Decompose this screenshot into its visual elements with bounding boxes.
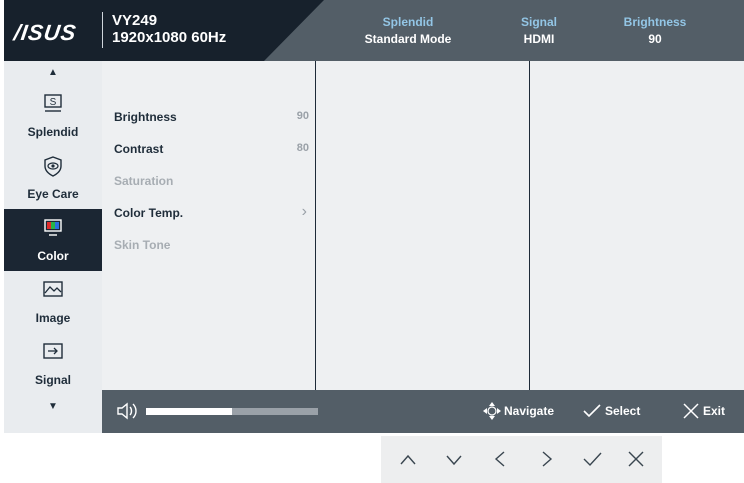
eye-care-icon [44,156,62,177]
menu-panel-main: Brightness 90 Contrast 80 Saturation Col… [102,61,315,390]
status-signal: Signal HDMI [504,14,574,48]
volume-bar[interactable] [146,408,318,415]
menu-row-label: Skin Tone [114,238,171,252]
scroll-up-icon[interactable]: ▲ [4,67,102,78]
image-icon [43,281,63,297]
header-divider [102,12,103,48]
sidebar-item-color[interactable]: Color [4,209,102,271]
osd-header: /ISUS VY249 1920x1080 60Hz Splendid Stan… [4,0,744,61]
menu-row-label: Contrast [114,142,164,156]
scroll-down-icon[interactable]: ▼ [4,401,102,412]
signal-icon [43,343,63,359]
sidebar-item-label: Color [37,249,69,263]
sidebar-item-splendid[interactable]: S Splendid [4,85,102,147]
key-select-check-icon[interactable] [569,436,616,483]
status-value: Standard Mode [364,32,452,46]
sidebar-item-label: Image [35,311,71,325]
model-resolution: 1920x1080 60Hz [112,29,227,46]
monitor-control-keys [381,436,662,483]
status-splendid: Splendid Standard Mode [348,14,468,48]
status-label: Splendid [382,15,434,29]
key-exit-close-icon[interactable] [613,436,660,483]
volume-icon [117,402,137,420]
key-right-icon[interactable] [523,436,570,483]
menu-row-brightness[interactable]: Brightness 90 [114,110,309,128]
sidebar-item-label: Signal [34,373,71,387]
category-sidebar: ▲ S Splendid Eye Care Color Image Signal… [4,61,102,433]
model-info: VY249 1920x1080 60Hz [112,12,226,46]
sidebar-item-label: Splendid [27,125,79,139]
color-icon [44,219,62,236]
menu-row-value: 90 [296,110,309,122]
menu-row-color-temp[interactable]: Color Temp. › [114,203,309,224]
status-brightness: Brightness 90 [610,14,700,48]
select-hint: Select [605,404,641,418]
volume-bar-fill [146,408,232,415]
sidebar-item-label: Eye Care [27,187,79,201]
sidebar-item-signal[interactable]: Signal [4,333,102,395]
menu-row-saturation: Saturation [114,174,309,192]
exit-hint: Exit [703,404,726,418]
check-icon [583,404,601,418]
status-value: 90 [648,32,662,46]
svg-text:S: S [50,97,57,108]
menu-row-contrast[interactable]: Contrast 80 [114,142,309,160]
menu-row-skin-tone: Skin Tone [114,238,309,256]
key-up-icon[interactable] [385,436,432,483]
sidebar-item-eye-care[interactable]: Eye Care [4,147,102,209]
key-left-icon[interactable] [477,436,524,483]
menu-row-label: Saturation [114,174,174,188]
menu-row-label: Color Temp. [114,206,184,220]
brand-logo: /ISUS [12,20,79,45]
navigate-icon [483,402,501,420]
sidebar-item-image[interactable]: Image [4,271,102,333]
menu-panel-sub [316,61,529,390]
chevron-right-icon: › [301,203,307,220]
menu-row-value: 80 [296,142,309,154]
navigate-hint: Navigate [504,404,555,418]
key-down-icon[interactable] [431,436,478,483]
osd-footer: Navigate Select Exit [102,390,744,433]
status-value: HDMI [523,32,555,46]
status-label: Brightness [623,15,687,29]
splendid-icon: S [44,94,62,112]
close-icon [683,403,699,419]
menu-panel-detail [530,61,744,390]
model-name: VY249 [112,12,158,29]
osd-menu: /ISUS VY249 1920x1080 60Hz Splendid Stan… [4,0,744,433]
status-label: Signal [520,15,557,29]
menu-row-label: Brightness [114,110,177,124]
